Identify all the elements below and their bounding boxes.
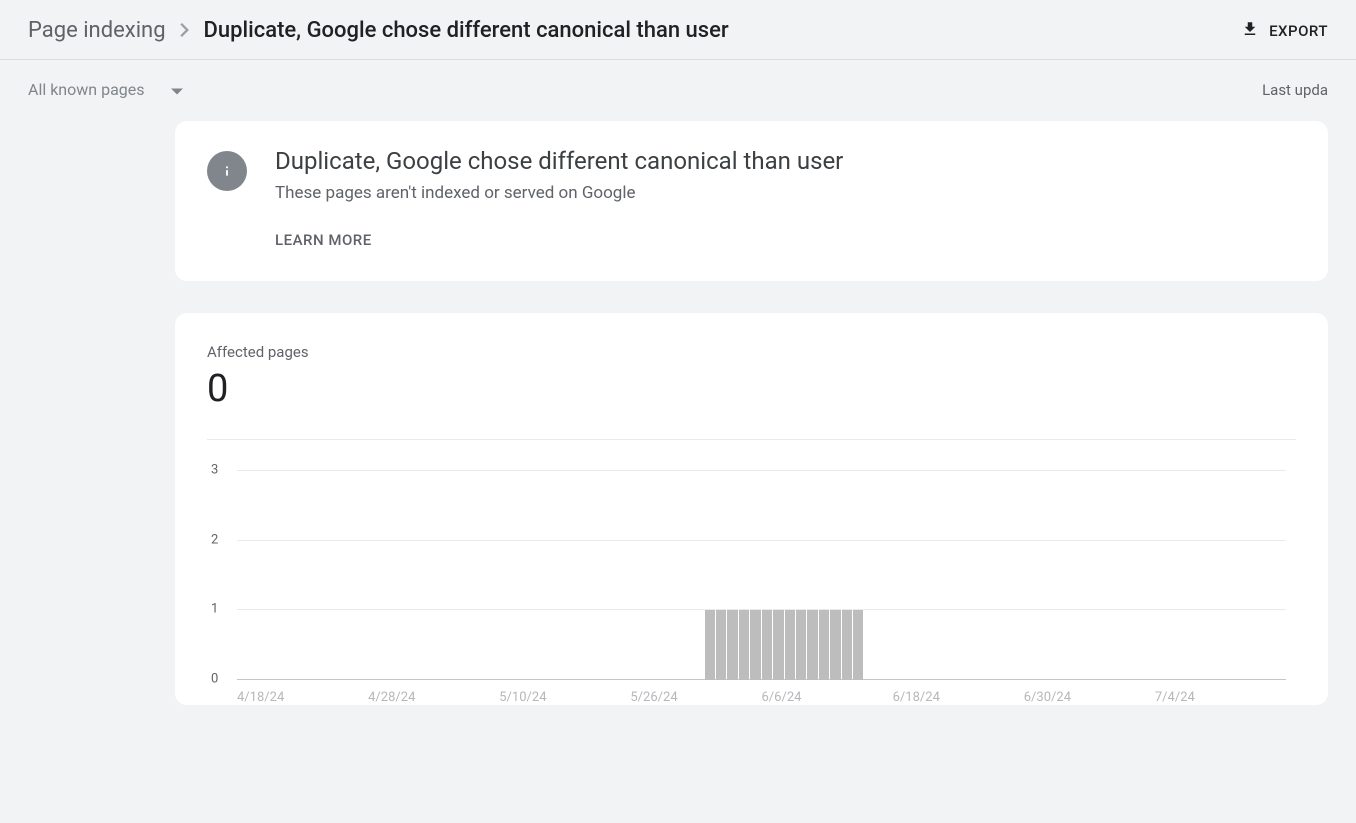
chart-bar — [830, 610, 840, 680]
download-icon — [1241, 20, 1259, 42]
y-tick: 0 — [211, 672, 218, 687]
x-tick: 4/18/24 — [237, 690, 368, 705]
info-icon — [207, 151, 247, 191]
filter-selected: All known pages — [28, 80, 145, 99]
affected-pages-value: 0 — [207, 367, 1296, 411]
chart-bar — [796, 610, 806, 680]
y-tick: 2 — [211, 532, 218, 547]
info-card: Duplicate, Google chose different canoni… — [175, 121, 1328, 281]
affected-pages-chart: 0123 — [237, 470, 1286, 680]
chart-bar — [785, 610, 795, 680]
chart-bar — [716, 610, 726, 680]
learn-more-button[interactable]: LEARN MORE — [275, 231, 843, 249]
x-tick: 6/18/24 — [893, 690, 1024, 705]
chart-bar — [705, 610, 715, 680]
y-tick: 1 — [211, 602, 218, 617]
last-updated-label: Last upda — [1262, 81, 1328, 99]
chart-bar — [842, 610, 852, 680]
chart-bar — [750, 610, 760, 680]
chevron-right-icon — [180, 18, 190, 43]
breadcrumb: Page indexing Duplicate, Google chose di… — [28, 18, 729, 43]
caret-down-icon — [171, 80, 183, 99]
info-subtitle: These pages aren't indexed or served on … — [275, 183, 843, 203]
x-tick: 4/28/24 — [368, 690, 499, 705]
chart-bar — [739, 610, 749, 680]
chart-bar — [853, 610, 863, 680]
info-title: Duplicate, Google chose different canoni… — [275, 147, 843, 175]
breadcrumb-parent[interactable]: Page indexing — [28, 18, 166, 43]
x-tick: 5/26/24 — [630, 690, 761, 705]
x-tick: 6/6/24 — [762, 690, 893, 705]
x-tick: 7/4/24 — [1155, 690, 1286, 705]
breadcrumb-current: Duplicate, Google chose different canoni… — [204, 18, 729, 43]
export-label: EXPORT — [1269, 22, 1328, 40]
chart-bar — [727, 610, 737, 680]
affected-pages-label: Affected pages — [207, 343, 1296, 361]
chart-bar — [762, 610, 772, 680]
x-tick: 6/30/24 — [1024, 690, 1155, 705]
export-button[interactable]: EXPORT — [1241, 20, 1328, 42]
chart-card: Affected pages 0 0123 4/18/244/28/245/10… — [175, 313, 1328, 705]
y-tick: 3 — [211, 463, 218, 478]
filter-dropdown[interactable]: All known pages — [28, 80, 183, 99]
chart-bar — [773, 610, 783, 680]
chart-bar — [819, 610, 829, 680]
chart-bar — [807, 610, 817, 680]
x-tick: 5/10/24 — [499, 690, 630, 705]
